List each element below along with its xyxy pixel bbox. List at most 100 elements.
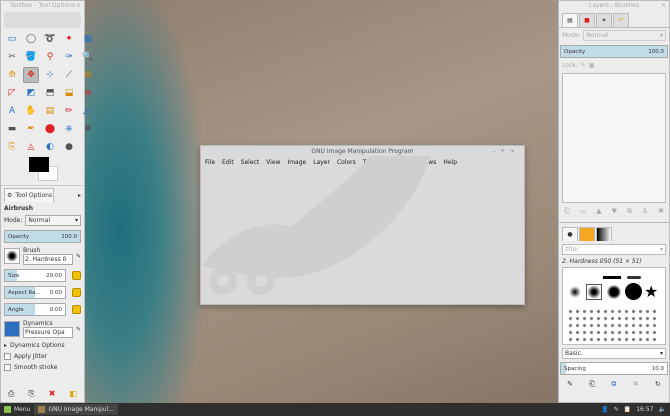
- tool-button[interactable]: ◸: [4, 85, 20, 101]
- volume-icon[interactable]: 🔈: [659, 406, 666, 413]
- tool-button[interactable]: ◬: [23, 139, 39, 155]
- opacity-slider[interactable]: Opacity 100.0: [4, 230, 81, 243]
- close-icon[interactable]: ×: [661, 1, 666, 11]
- clock[interactable]: 16:57: [636, 406, 653, 413]
- tab-brushes[interactable]: ●: [562, 227, 578, 241]
- new-layer-icon[interactable]: ⎗: [564, 207, 570, 216]
- brush-filter-input[interactable]: filter ▾: [562, 244, 666, 255]
- tool-button[interactable]: 🖌: [80, 103, 96, 119]
- minimize-button[interactable]: –: [492, 148, 500, 155]
- main-window: GNU Image Manipulation Program –+× File E…: [200, 145, 525, 305]
- restore-options-icon[interactable]: ⎘: [28, 389, 34, 399]
- foreground-color[interactable]: [29, 157, 49, 172]
- tool-button[interactable]: ▭: [4, 31, 20, 47]
- brush-preset-select[interactable]: Basic. ▾: [562, 348, 666, 359]
- tab-channels[interactable]: ■: [579, 13, 595, 27]
- size-slider[interactable]: Size 20.00: [4, 269, 66, 282]
- reset-angle-icon[interactable]: [72, 305, 81, 314]
- taskbar-item-gimp[interactable]: GNU Image Manipul...: [34, 404, 118, 415]
- edit-icon[interactable]: ✎: [76, 326, 81, 333]
- tab-gradients[interactable]: [596, 227, 612, 241]
- dynamics-select[interactable]: Pressure Opa: [23, 327, 73, 338]
- tool-button[interactable]: ➰: [42, 31, 58, 47]
- tool-button[interactable]: ⊹: [42, 67, 58, 83]
- tool-button[interactable]: ✥: [23, 67, 39, 83]
- color-swatches[interactable]: [29, 157, 84, 185]
- tool-button[interactable]: ⬒: [42, 85, 58, 101]
- close-icon[interactable]: ×: [76, 1, 81, 11]
- dynamics-options-expander[interactable]: ▸ Dynamics Options: [1, 340, 84, 351]
- tool-button[interactable]: ⟰: [4, 67, 20, 83]
- tool-button[interactable]: 🪣: [23, 49, 39, 65]
- maximize-button[interactable]: +: [500, 148, 510, 155]
- lock-alpha-icon[interactable]: ▦: [589, 62, 595, 69]
- tool-button[interactable]: 🔍: [80, 49, 96, 65]
- save-options-icon[interactable]: ⎙: [8, 389, 14, 399]
- reset-icon[interactable]: ◧: [69, 389, 77, 399]
- tab-undo[interactable]: ↶: [613, 13, 629, 27]
- mode-select[interactable]: Normal ▾: [25, 215, 81, 226]
- reset-size-icon[interactable]: [72, 271, 81, 280]
- tool-button[interactable]: ▤: [42, 103, 58, 119]
- lower-layer-icon[interactable]: ▼: [612, 207, 617, 216]
- tool-button[interactable]: ▬: [4, 121, 20, 137]
- delete-brush-icon[interactable]: ✖: [633, 380, 639, 389]
- tool-button[interactable]: ◐: [42, 139, 58, 155]
- pen-icon[interactable]: ✎: [614, 406, 619, 413]
- aspect-ratio-slider[interactable]: Aspect Ra... 0.00: [4, 286, 66, 299]
- angle-slider[interactable]: Angle 0.00: [4, 303, 66, 316]
- smooth-stroke-checkbox[interactable]: Smooth stroke: [1, 362, 84, 373]
- tool-button[interactable]: ⎈: [61, 121, 77, 137]
- delete-layer-icon[interactable]: ✖: [658, 207, 664, 216]
- edit-icon[interactable]: ✎: [76, 253, 81, 260]
- clipboard-icon[interactable]: 📋: [624, 406, 631, 413]
- user-icon[interactable]: 👤: [601, 406, 608, 413]
- tool-button[interactable]: ●: [61, 139, 77, 155]
- panel-menu-icon[interactable]: ▸: [78, 192, 81, 199]
- spacing-slider[interactable]: Spacing 10.0: [560, 362, 668, 375]
- start-menu-button[interactable]: Menu: [0, 406, 34, 413]
- edit-brush-icon[interactable]: ✎: [567, 380, 573, 389]
- brush-select[interactable]: 2. Hardness 0: [23, 254, 73, 265]
- raise-layer-icon[interactable]: ▲: [596, 207, 601, 216]
- tool-button[interactable]: ◩: [23, 85, 39, 101]
- tool-button[interactable]: ✖: [80, 121, 96, 137]
- delete-icon[interactable]: ✖: [49, 389, 56, 399]
- duplicate-brush-icon[interactable]: ⧉: [611, 380, 616, 389]
- new-group-icon[interactable]: ▭: [580, 207, 587, 216]
- apply-jitter-checkbox[interactable]: Apply Jitter: [1, 351, 84, 362]
- reset-aspect-icon[interactable]: [72, 288, 81, 297]
- tool-button[interactable]: ⚲: [42, 49, 58, 65]
- tool-button[interactable]: ⧉: [80, 67, 96, 83]
- close-button[interactable]: ×: [510, 148, 520, 155]
- tool-button[interactable]: ✦: [61, 31, 77, 47]
- tool-button[interactable]: A: [4, 103, 20, 119]
- tab-layers[interactable]: ▤: [562, 13, 578, 27]
- tool-button[interactable]: ⟋: [61, 67, 77, 83]
- duplicate-layer-icon[interactable]: ⧉: [627, 207, 632, 216]
- tab-tool-options[interactable]: ⚙ Tool Options: [4, 188, 54, 202]
- tab-patterns[interactable]: [579, 227, 595, 241]
- dynamics-icon[interactable]: [4, 321, 20, 337]
- lock-pixels-icon[interactable]: ✎: [581, 62, 586, 69]
- tool-button[interactable]: ✒: [23, 121, 39, 137]
- tool-button[interactable]: ⎘: [4, 139, 20, 155]
- brush-preview[interactable]: [4, 248, 20, 264]
- layer-opacity-slider[interactable]: Opacity 100.0: [560, 45, 668, 58]
- brush-grid[interactable]: ★: [562, 267, 666, 345]
- tab-paths[interactable]: ✶: [596, 13, 612, 27]
- tool-button[interactable]: ▦: [80, 31, 96, 47]
- tool-button[interactable]: ◯: [23, 31, 39, 47]
- tool-button[interactable]: ⧈: [80, 85, 96, 101]
- tool-button[interactable]: ✏: [61, 103, 77, 119]
- new-brush-icon[interactable]: ⎗: [589, 380, 595, 389]
- tool-button[interactable]: ✋: [23, 103, 39, 119]
- layer-mode-select[interactable]: Normal ▾: [583, 30, 666, 41]
- tool-button[interactable]: ✂: [4, 49, 20, 65]
- tool-button[interactable]: ⬓: [61, 85, 77, 101]
- tool-button[interactable]: ⬤: [42, 121, 58, 137]
- tool-button[interactable]: ✑: [61, 49, 77, 65]
- anchor-icon[interactable]: ⚓: [642, 207, 648, 216]
- layers-list[interactable]: [562, 73, 666, 203]
- refresh-icon[interactable]: ↻: [655, 380, 661, 389]
